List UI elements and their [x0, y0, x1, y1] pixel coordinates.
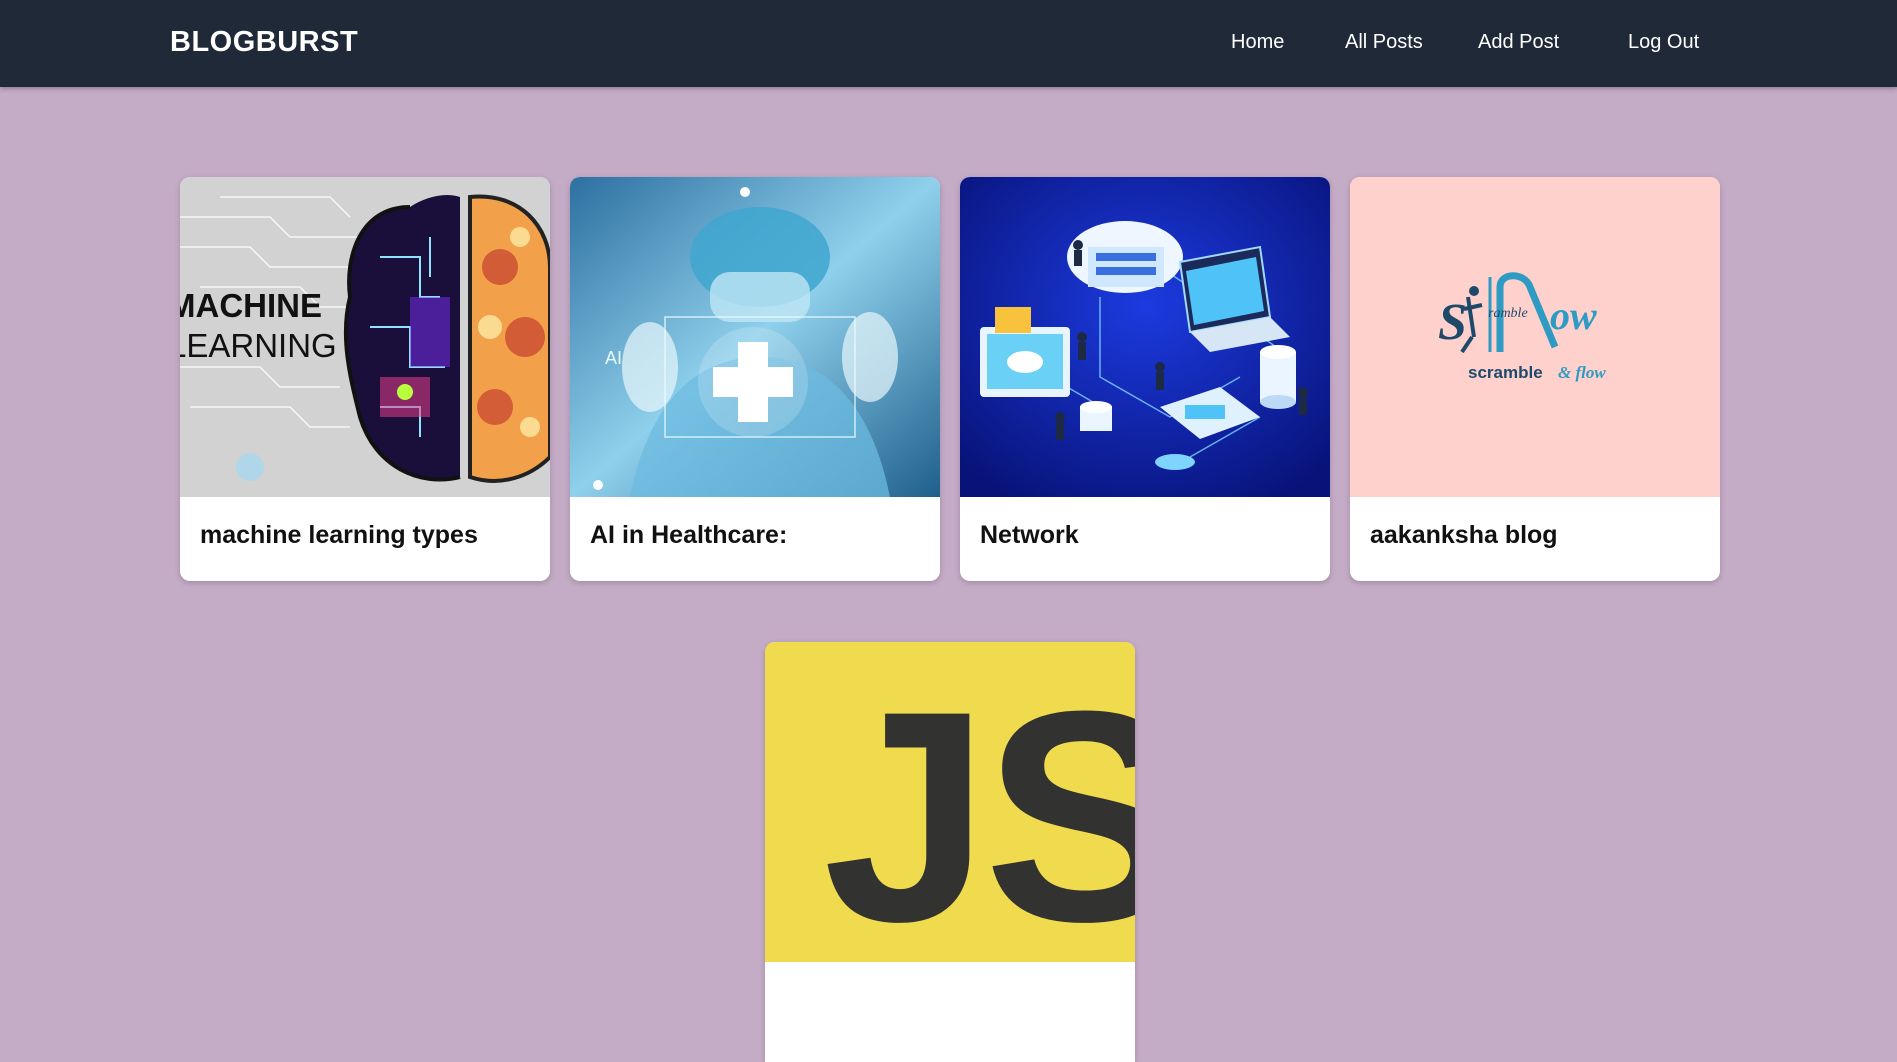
js-text: JS [823, 648, 1135, 962]
svg-text:S: S [1438, 294, 1467, 351]
ai-text: AI [605, 348, 622, 368]
ow-text: ow [1550, 293, 1597, 338]
post-card-aakanksha-blog[interactable]: S ramble ow scramble & flow aakanksha bl… [1350, 177, 1720, 581]
post-title: machine learning types [200, 521, 478, 549]
learning-text: LEARNING [180, 327, 337, 364]
nav-add-post-link[interactable]: Add Post [1478, 31, 1559, 54]
post-card-ai-healthcare[interactable]: AI AI in Healthcare: [570, 177, 940, 581]
machine-text: MACHINE [180, 287, 322, 324]
post-title [765, 962, 1135, 1046]
flow-text: & flow [1558, 363, 1606, 382]
post-title: Network [980, 521, 1079, 549]
ramble-text: ramble [1488, 306, 1528, 321]
post-title: aakanksha blog [1370, 521, 1558, 549]
navbar: BLOGBURST Home All Posts Add Post Log Ou… [0, 0, 1897, 87]
brand-logo[interactable]: BLOGBURST [170, 26, 358, 59]
scramble-flow-logo-image: S ramble ow scramble & flow [1350, 177, 1720, 497]
post-card-javascript[interactable]: JS [765, 642, 1135, 1062]
nav-home-link[interactable]: Home [1231, 31, 1284, 54]
network-isometric-image [960, 177, 1330, 497]
nav-log-out-link[interactable]: Log Out [1628, 31, 1699, 54]
post-title: AI in Healthcare: [590, 521, 788, 549]
post-card-machine-learning[interactable]: MACHINE LEARNING machine learning types [180, 177, 550, 581]
scramble-text: scramble [1468, 363, 1543, 382]
javascript-logo-image: JS [765, 642, 1135, 962]
machine-learning-brain-image: MACHINE LEARNING [180, 177, 550, 497]
post-card-network[interactable]: Network [960, 177, 1330, 581]
ai-healthcare-doctor-image: AI [570, 177, 940, 497]
nav-all-posts-link[interactable]: All Posts [1345, 31, 1423, 54]
